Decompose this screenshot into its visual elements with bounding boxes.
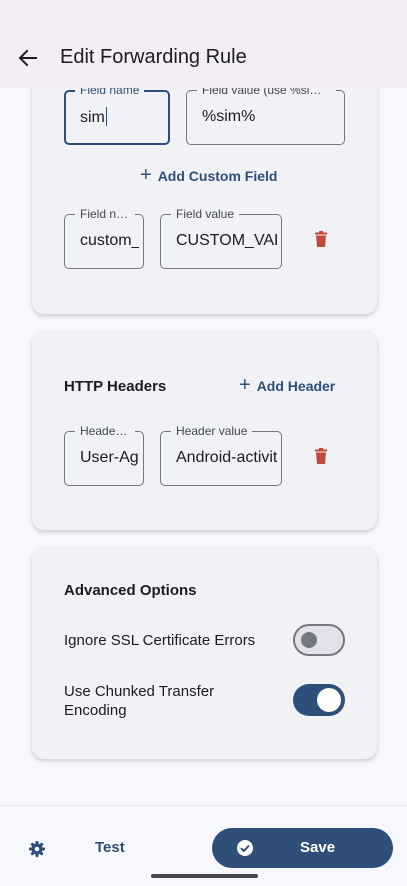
ignore-ssl-label: Ignore SSL Certificate Errors bbox=[64, 632, 256, 649]
trash-icon bbox=[315, 448, 327, 464]
advanced-options-title: Advanced Options bbox=[64, 582, 197, 599]
custom-field-name-input[interactable]: Field name sim bbox=[64, 83, 170, 145]
bottom-action-bar: Test Save bbox=[0, 805, 407, 886]
http-headers-card: HTTP Headers + Add Header Header name Us… bbox=[32, 331, 377, 530]
ignore-ssl-toggle[interactable] bbox=[293, 624, 345, 656]
delete-header-button[interactable] bbox=[309, 444, 333, 468]
field-value: custom_field bbox=[80, 232, 139, 249]
field-label: Header value bbox=[171, 424, 253, 438]
app-bar: Edit Forwarding Rule bbox=[0, 0, 407, 88]
gear-icon bbox=[29, 841, 45, 857]
field-value: %sim% bbox=[202, 108, 256, 125]
custom-field-name-input[interactable]: Field name custom_field bbox=[64, 207, 144, 269]
header-name-input[interactable]: Header name User-Agent bbox=[64, 424, 144, 486]
delete-custom-field-button[interactable] bbox=[309, 227, 333, 251]
add-custom-field-label: Add Custom Field bbox=[157, 168, 278, 184]
field-label: Field value bbox=[171, 207, 240, 221]
add-custom-field-button[interactable]: + Add Custom Field bbox=[140, 164, 278, 186]
save-button[interactable]: Save bbox=[212, 828, 393, 868]
trash-icon bbox=[315, 231, 327, 247]
custom-field-value-input[interactable]: Field value (use %sim% for SIM number) %… bbox=[186, 83, 345, 145]
settings-button[interactable] bbox=[26, 838, 48, 860]
field-value: CUSTOM_VALUE bbox=[176, 232, 277, 249]
field-label: Header name bbox=[75, 424, 135, 438]
plus-icon: + bbox=[140, 164, 152, 186]
toggle-thumb bbox=[301, 632, 317, 648]
add-header-label: Add Header bbox=[256, 378, 336, 394]
chunked-transfer-label: Use Chunked Transfer Encoding bbox=[64, 683, 215, 719]
toggle-thumb bbox=[317, 688, 341, 712]
save-label: Save bbox=[300, 839, 336, 856]
custom-fields-card: Field name sim Field value (use %sim% fo… bbox=[32, 60, 377, 314]
page-title: Edit Forwarding Rule bbox=[60, 46, 247, 68]
field-value: User-Agent bbox=[80, 449, 139, 466]
custom-field-value-input[interactable]: Field value CUSTOM_VALUE bbox=[160, 207, 282, 269]
header-value-input[interactable]: Header value Android-activity bbox=[160, 424, 282, 486]
chunked-transfer-toggle[interactable] bbox=[293, 684, 345, 716]
check-circle-icon bbox=[237, 840, 253, 856]
test-button[interactable]: Test bbox=[95, 839, 125, 856]
http-headers-title: HTTP Headers bbox=[64, 378, 167, 395]
field-value: Android-activity bbox=[176, 449, 277, 466]
gesture-handle bbox=[151, 874, 258, 878]
back-button[interactable] bbox=[14, 44, 42, 72]
arrow-back-icon bbox=[18, 49, 37, 67]
advanced-options-card: Advanced Options Ignore SSL Certificate … bbox=[32, 547, 377, 759]
add-header-button[interactable]: + Add Header bbox=[239, 374, 336, 396]
text-cursor bbox=[105, 107, 108, 126]
field-label: Field name bbox=[75, 207, 135, 221]
field-value: sim bbox=[80, 109, 105, 126]
plus-icon: + bbox=[239, 374, 251, 396]
